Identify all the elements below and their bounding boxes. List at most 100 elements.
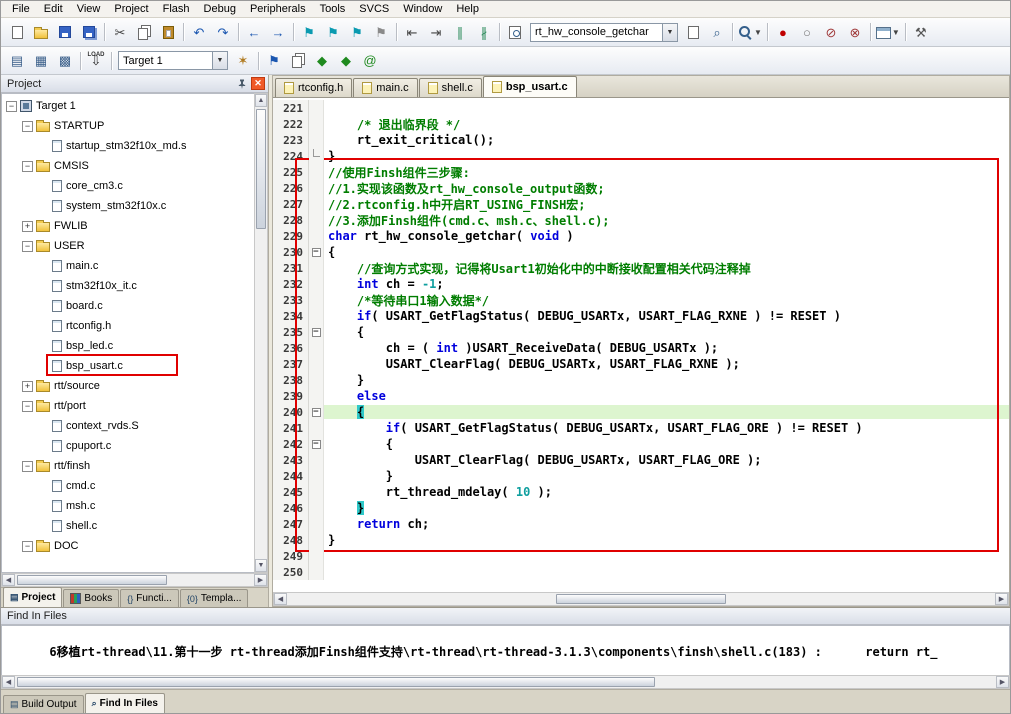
code-line-236[interactable]: 236 ch = ( int )USART_ReceiveData( DEBUG…	[273, 340, 1009, 356]
code-line-224[interactable]: 224}	[273, 148, 1009, 164]
tree-item-user[interactable]: − USER	[2, 236, 254, 256]
cut-button[interactable]: ✂	[109, 21, 131, 43]
tree-item-cpuport-c[interactable]: cpuport.c	[2, 436, 254, 456]
tree-hscroll-track[interactable]	[15, 574, 254, 586]
code-line-249[interactable]: 249	[273, 548, 1009, 564]
fif-hscroll-track[interactable]	[15, 676, 996, 688]
indent-button[interactable]: ⇥	[425, 21, 447, 43]
editor-horizontal-scrollbar[interactable]: ◀ ▶	[273, 592, 1009, 606]
next-item-button[interactable]: ◆	[335, 50, 357, 72]
collapse-icon[interactable]: −	[6, 100, 17, 112]
new-file-button[interactable]	[6, 21, 28, 43]
output-tab-find-in-files[interactable]: ⌕ Find In Files	[84, 693, 165, 713]
editor-tab-shell-c[interactable]: shell.c	[418, 78, 482, 97]
open-file-button[interactable]	[30, 21, 52, 43]
tree-item-cmsis[interactable]: − CMSIS	[2, 156, 254, 176]
code-line-239[interactable]: 239 else	[273, 388, 1009, 404]
menu-file[interactable]: File	[5, 2, 37, 16]
tree-item-startup[interactable]: − STARTUP	[2, 116, 254, 136]
tree-hscroll-thumb[interactable]	[17, 575, 167, 585]
tree-item-system-stm32f10x-c[interactable]: system_stm32f10x.c	[2, 196, 254, 216]
next-bookmark-button[interactable]: ⚑	[346, 21, 368, 43]
fif-horizontal-scrollbar[interactable]: ◀ ▶	[1, 675, 1010, 689]
pin-icon[interactable]	[235, 77, 249, 90]
code-line-232[interactable]: 232 int ch = -1;	[273, 276, 1009, 292]
tree-vscroll-track[interactable]	[255, 107, 267, 559]
code-editor[interactable]: 221 222 /* 退出临界段 */223 rt_exit_critical()…	[273, 98, 1009, 592]
code-line-238[interactable]: 238 }	[273, 372, 1009, 388]
tree-item-bsp-led-c[interactable]: bsp_led.c	[2, 336, 254, 356]
code-line-222[interactable]: 222 /* 退出临界段 */	[273, 116, 1009, 132]
tree-item-rtconfig-h[interactable]: rtconfig.h	[2, 316, 254, 336]
comment-button[interactable]: ∥	[449, 21, 471, 43]
collapse-icon[interactable]: −	[22, 400, 33, 412]
save-all-button[interactable]	[78, 21, 100, 43]
editor-tab-bsp-usart-c[interactable]: bsp_usart.c	[482, 76, 577, 97]
pack-installer-button[interactable]: @	[359, 50, 381, 72]
panel-tab-functi[interactable]: {} Functi...	[120, 589, 179, 607]
scroll-up-icon[interactable]: ▲	[255, 94, 267, 107]
code-line-243[interactable]: 243 USART_ClearFlag( DEBUG_USARTx, USART…	[273, 452, 1009, 468]
code-line-235[interactable]: 235− {	[273, 324, 1009, 340]
menu-help[interactable]: Help	[449, 2, 486, 16]
menu-view[interactable]: View	[70, 2, 108, 16]
code-line-244[interactable]: 244 }	[273, 468, 1009, 484]
code-line-233[interactable]: 233 /*等待串口1输入数据*/	[273, 292, 1009, 308]
code-line-242[interactable]: 242− {	[273, 436, 1009, 452]
tree-item-rtt-source[interactable]: + rtt/source	[2, 376, 254, 396]
menu-edit[interactable]: Edit	[37, 2, 70, 16]
tree-item-main-c[interactable]: main.c	[2, 256, 254, 276]
redo-button[interactable]: ↷	[212, 21, 234, 43]
code-line-241[interactable]: 241 if( USART_GetFlagStatus( DEBUG_USART…	[273, 420, 1009, 436]
paste-button[interactable]	[157, 21, 179, 43]
menu-window[interactable]: Window	[396, 2, 449, 16]
scroll-right-icon[interactable]: ▶	[996, 676, 1009, 688]
code-line-250[interactable]: 250	[273, 564, 1009, 580]
find-in-files-toolbar-button[interactable]	[504, 21, 526, 43]
code-line-227[interactable]: 227 //2.rtconfig.h中开启RT_USING_FINSH宏;	[273, 196, 1009, 212]
tree-item-shell-c[interactable]: shell.c	[2, 516, 254, 536]
fold-collapse-icon[interactable]: −	[309, 404, 324, 420]
code-line-225[interactable]: 225 //使用Finsh组件三步骤:	[273, 164, 1009, 180]
code-line-237[interactable]: 237 USART_ClearFlag( DEBUG_USARTx, USART…	[273, 356, 1009, 372]
menu-project[interactable]: Project	[107, 2, 155, 16]
menu-svcs[interactable]: SVCS	[352, 2, 396, 16]
menu-flash[interactable]: Flash	[156, 2, 197, 16]
fold-collapse-icon[interactable]: −	[309, 436, 324, 452]
code-line-230[interactable]: 230−{	[273, 244, 1009, 260]
copy-button[interactable]	[133, 21, 155, 43]
tree-item-cmd-c[interactable]: cmd.c	[2, 476, 254, 496]
output-tab-build-output[interactable]: ▤ Build Output	[3, 695, 84, 713]
tree-item-doc[interactable]: − DOC	[2, 536, 254, 556]
scroll-left-icon[interactable]: ◀	[274, 593, 287, 605]
collapse-icon[interactable]: −	[22, 540, 33, 552]
tree-item-startup-stm32f10x-md-s[interactable]: startup_stm32f10x_md.s	[2, 136, 254, 156]
incremental-find-button[interactable]: ⌕	[706, 21, 728, 43]
tree-item-target-1[interactable]: − Target 1	[2, 96, 254, 116]
editor-hscroll-thumb[interactable]	[556, 594, 726, 604]
code-line-223[interactable]: 223 rt_exit_critical();	[273, 132, 1009, 148]
insert-breakpoint-button[interactable]: ●	[772, 21, 794, 43]
navigate-forward-button[interactable]: →	[267, 21, 289, 43]
editor-hscroll-track[interactable]	[287, 593, 995, 605]
tree-item-board-c[interactable]: board.c	[2, 296, 254, 316]
menu-peripherals[interactable]: Peripherals	[243, 2, 313, 16]
code-line-226[interactable]: 226 //1.实现该函数及rt_hw_console_output函数;	[273, 180, 1009, 196]
scroll-down-icon[interactable]: ▼	[255, 559, 267, 572]
expand-icon[interactable]: +	[22, 220, 33, 232]
tree-item-fwlib[interactable]: + FWLIB	[2, 216, 254, 236]
tree-item-rtt-port[interactable]: − rtt/port	[2, 396, 254, 416]
fif-hscroll-thumb[interactable]	[17, 677, 655, 687]
options-for-target-button[interactable]: ✶	[232, 50, 254, 72]
undo-button[interactable]: ↶	[188, 21, 210, 43]
tree-item-core-cm3-c[interactable]: core_cm3.c	[2, 176, 254, 196]
tree-horizontal-scrollbar[interactable]: ◀ ▶	[1, 573, 268, 587]
fold-collapse-icon[interactable]: −	[309, 324, 324, 340]
expand-icon[interactable]: +	[22, 380, 33, 392]
rebuild-all-button[interactable]: ▩	[54, 50, 76, 72]
code-line-228[interactable]: 228 //3.添加Finsh组件(cmd.c、msh.c、shell.c);	[273, 212, 1009, 228]
translate-file-button[interactable]: ▤	[6, 50, 28, 72]
find-in-files-results[interactable]: 6移植rt-thread\11.第十一步 rt-thread添加Finsh组件支…	[1, 625, 1010, 675]
code-line-231[interactable]: 231 //查询方式实现，记得将Usart1初始化中的中断接收配置相关代码注释掉	[273, 260, 1009, 276]
navigate-back-button[interactable]: ←	[243, 21, 265, 43]
